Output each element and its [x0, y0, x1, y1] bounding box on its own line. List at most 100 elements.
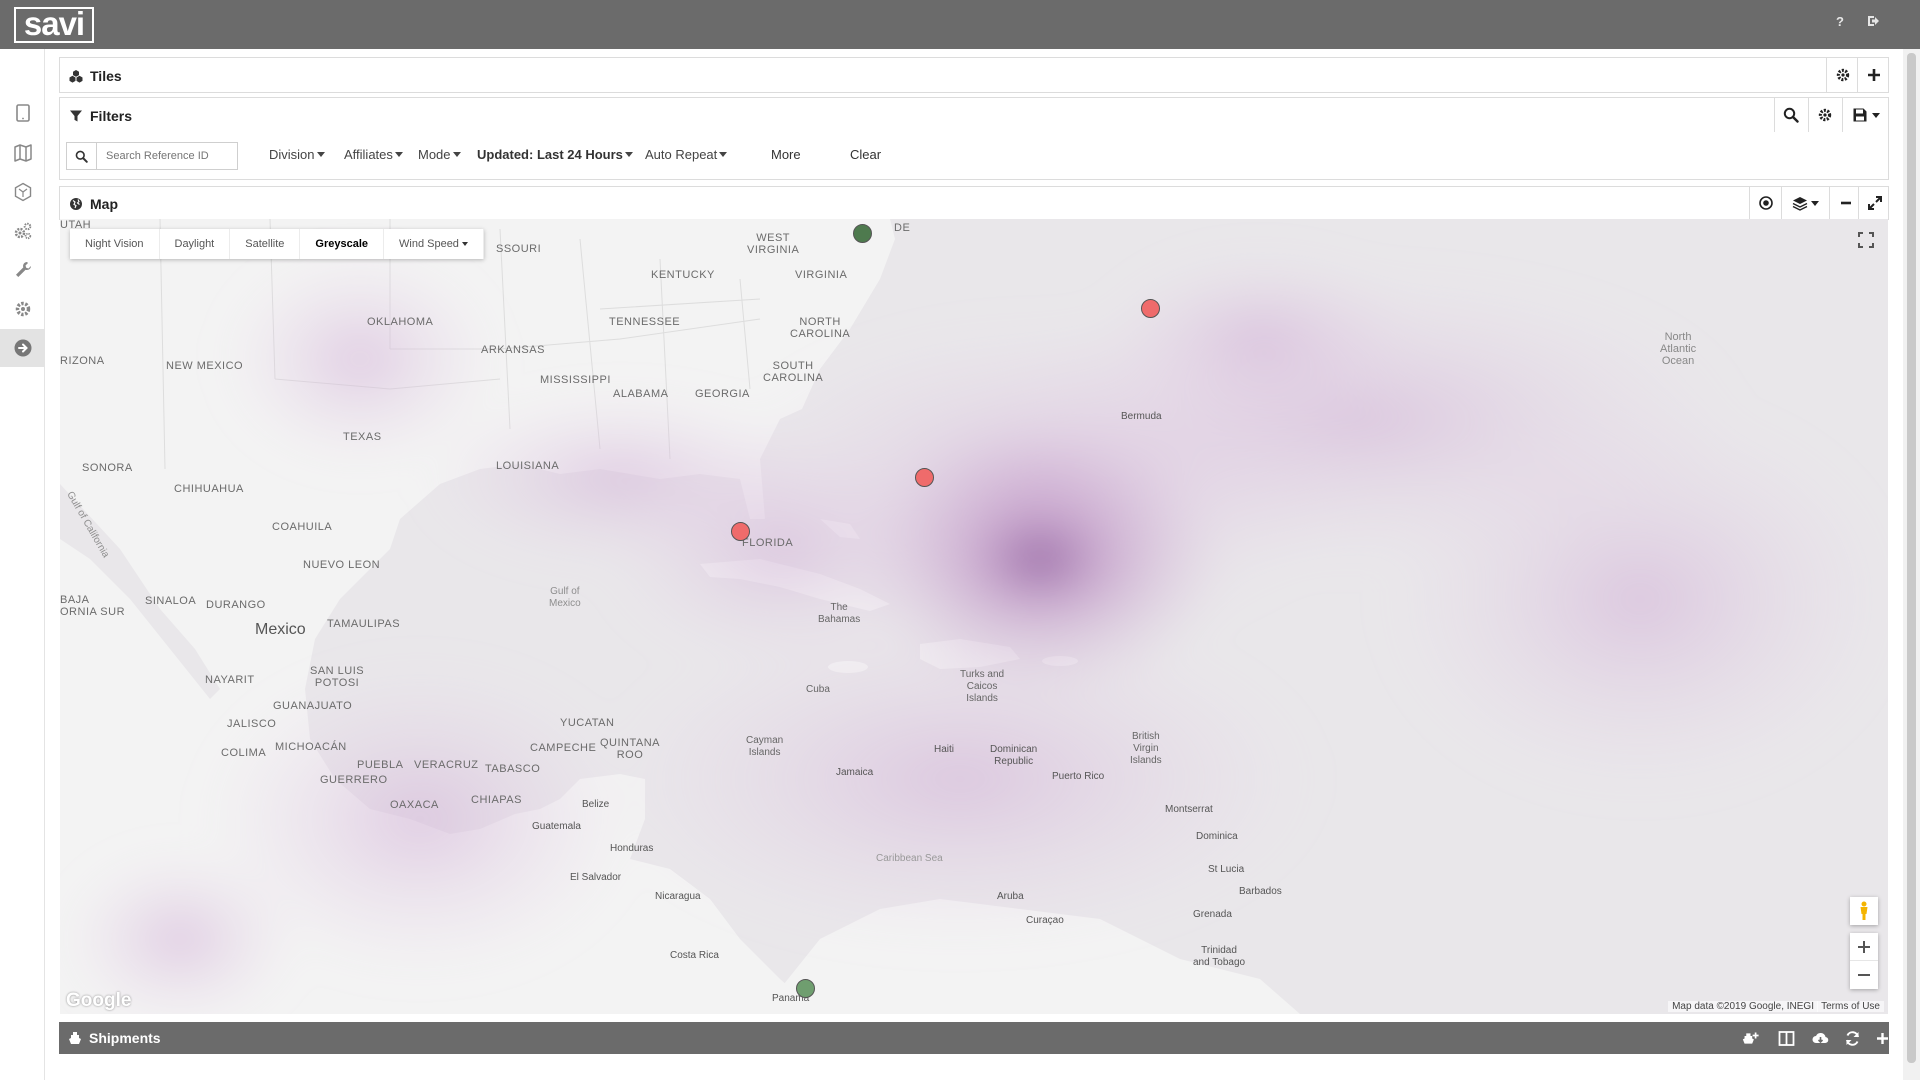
- filter-icon: [70, 110, 82, 122]
- sidebar-item-settings[interactable]: [0, 290, 45, 328]
- filters-save-dropdown[interactable]: [1842, 98, 1888, 132]
- mode-dropdown[interactable]: Mode: [418, 147, 461, 162]
- sign-out-icon[interactable]: [1863, 13, 1885, 35]
- map-label: British Virgin Islands: [1130, 731, 1162, 766]
- map-label: Jamaica: [836, 767, 874, 778]
- map-label: PUEBLA: [357, 759, 404, 771]
- map-type-daylight[interactable]: Daylight: [160, 229, 231, 259]
- affiliates-label: Affiliates: [344, 147, 393, 162]
- map-label: SONORA: [82, 462, 133, 474]
- split-view-button[interactable]: [1771, 1022, 1801, 1054]
- reference-search-button[interactable]: [67, 143, 97, 169]
- map-type-wind-speed[interactable]: Wind Speed: [384, 229, 484, 259]
- page-scrollbar[interactable]: [1903, 49, 1920, 1080]
- map-layers-dropdown[interactable]: [1781, 187, 1829, 219]
- map-label: LOUISIANA: [496, 460, 560, 472]
- division-dropdown[interactable]: Division: [269, 147, 325, 162]
- scrollbar-thumb[interactable]: [1907, 53, 1916, 1063]
- map-label: CHIHUAHUA: [174, 483, 244, 495]
- map-label: Trinidad and Tobago: [1193, 945, 1246, 968]
- map-collapse-button[interactable]: [1829, 187, 1861, 219]
- affiliates-dropdown[interactable]: Affiliates: [344, 147, 403, 162]
- shipments-add-button[interactable]: [1867, 1022, 1897, 1054]
- updated-dropdown[interactable]: Updated: Last 24 Hours: [477, 147, 633, 162]
- map-label: Honduras: [610, 843, 654, 854]
- shipment-marker-red[interactable]: [731, 522, 750, 541]
- ship-icon: [69, 1032, 81, 1044]
- street-view-pegman[interactable]: [1850, 897, 1878, 925]
- map-label: Barbados: [1239, 886, 1282, 897]
- fullscreen-button[interactable]: [1853, 227, 1879, 253]
- filters-settings-button[interactable]: [1808, 98, 1840, 132]
- shipment-marker-green[interactable]: [853, 224, 872, 243]
- map-label: COLIMA: [221, 747, 267, 759]
- search-icon: [75, 150, 88, 163]
- map-label: DURANGO: [206, 599, 266, 611]
- reference-id-input[interactable]: [97, 150, 235, 162]
- filters-search-button[interactable]: [1774, 98, 1806, 132]
- shipment-marker-green[interactable]: [796, 979, 815, 998]
- sidebar-item-tablet[interactable]: [0, 94, 45, 132]
- map-type-greyscale[interactable]: Greyscale: [300, 229, 384, 259]
- map-label: Dominica: [1196, 831, 1238, 842]
- wrench-icon: [15, 262, 31, 277]
- map-label: WEST VIRGINIA: [747, 232, 800, 256]
- map-label: ALABAMA: [613, 388, 669, 400]
- map-label: VIRGINIA: [795, 269, 848, 281]
- more-filters-button[interactable]: More: [771, 147, 801, 162]
- auto-repeat-dropdown[interactable]: Auto Repeat: [645, 147, 728, 162]
- map-type-satellite[interactable]: Satellite: [230, 229, 301, 259]
- google-logo: Google: [66, 990, 132, 1011]
- shipments-title: Shipments: [89, 1030, 161, 1046]
- chevron-down-icon: [461, 242, 468, 246]
- cloud-download-button[interactable]: [1805, 1022, 1835, 1054]
- sidebar-item-tools[interactable]: [0, 251, 45, 289]
- globe-icon: [70, 198, 82, 210]
- map-label: GUANAJUATO: [273, 700, 353, 712]
- map-label: SOUTH CAROLINA: [763, 360, 824, 384]
- map-label: Haiti: [934, 744, 955, 755]
- map-target-button[interactable]: [1749, 187, 1781, 219]
- map-label: COAHUILA: [272, 521, 333, 533]
- svg-text:?: ?: [1836, 14, 1844, 28]
- cloud-download-icon: [1812, 1032, 1828, 1043]
- map-label: ARKANSAS: [481, 344, 545, 356]
- sidebar-item-expand[interactable]: [0, 329, 45, 367]
- tiles-add-button[interactable]: [1857, 58, 1889, 92]
- filters-toolbar: Division Affiliates Mode Updated: Last 2…: [59, 132, 1889, 180]
- chevron-down-icon: [1871, 112, 1880, 118]
- map-type-night-vision[interactable]: Night Vision: [70, 229, 160, 259]
- sidebar-item-gears[interactable]: [0, 212, 45, 250]
- map-label: North Atlantic Ocean: [1660, 331, 1697, 367]
- terms-of-use-link[interactable]: Terms of Use: [1817, 1001, 1884, 1012]
- zoom-in-button[interactable]: [1850, 933, 1878, 961]
- map-label: Grenada: [1193, 909, 1232, 920]
- map-canvas[interactable]: Night Vision Daylight Satellite Greyscal…: [60, 219, 1888, 1014]
- sidebar-item-network[interactable]: [0, 173, 45, 211]
- refresh-button[interactable]: [1837, 1022, 1867, 1054]
- sidebar-item-map[interactable]: [0, 134, 45, 172]
- layers-icon: [1792, 197, 1808, 211]
- map-label: Cayman Islands: [746, 735, 784, 758]
- wind-speed-label: Wind Speed: [399, 238, 459, 250]
- map-label: Costa Rica: [670, 950, 719, 961]
- map-label: TAMAULIPAS: [327, 618, 401, 630]
- gear-icon: [15, 301, 30, 317]
- zoom-out-button[interactable]: [1850, 961, 1878, 989]
- shipment-marker-red[interactable]: [915, 468, 934, 487]
- savi-logo[interactable]: savi: [14, 7, 94, 43]
- shipment-marker-red[interactable]: [1141, 299, 1160, 318]
- map-expand-button[interactable]: [1858, 187, 1890, 219]
- tiles-title: Tiles: [90, 68, 122, 84]
- add-shipment-button[interactable]: [1733, 1022, 1767, 1054]
- filters-panel: Filters: [59, 97, 1889, 133]
- clear-filters-button[interactable]: Clear: [850, 147, 881, 162]
- map-label: SSOURI: [496, 243, 542, 255]
- map-label: Bermuda: [1121, 411, 1162, 422]
- tiles-settings-button[interactable]: [1826, 58, 1858, 92]
- map-label: OKLAHOMA: [367, 316, 434, 328]
- question-icon[interactable]: ?: [1829, 13, 1851, 35]
- crosshair-icon: [1758, 196, 1773, 210]
- chevron-down-icon: [316, 152, 325, 157]
- map-label: UTAH: [60, 219, 92, 231]
